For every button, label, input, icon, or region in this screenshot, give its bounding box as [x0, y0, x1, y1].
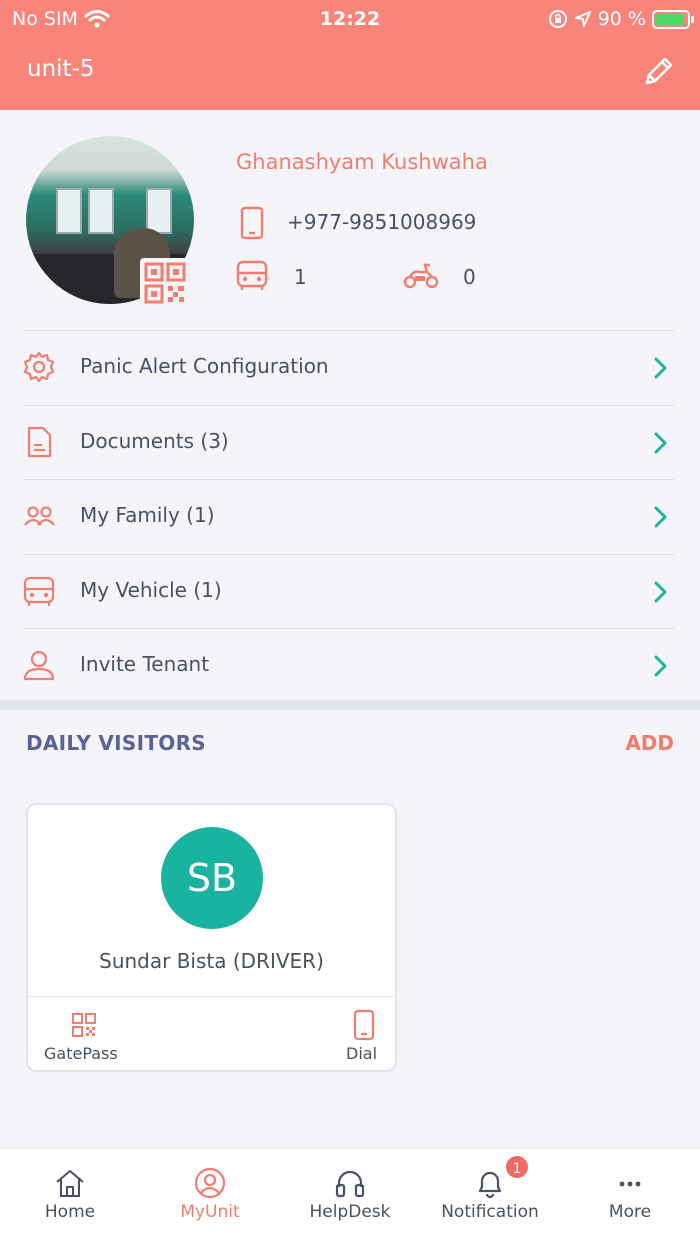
profile-section: Ghanashyam Kushwaha +977-9851008969 1 0	[0, 110, 700, 330]
profile-phone: +977-9851008969	[287, 210, 477, 234]
chevron-right-icon	[654, 506, 667, 528]
add-visitor-button[interactable]: ADD	[625, 731, 674, 755]
home-icon	[56, 1170, 84, 1197]
tab-notification[interactable]: 1 Notification	[420, 1149, 560, 1244]
battery-icon	[652, 9, 694, 29]
rotation-lock-icon	[548, 10, 567, 28]
status-bar: No SIM 12:22 90 %	[0, 0, 700, 38]
menu-label: Documents (3)	[80, 428, 229, 453]
visitor-name: Sundar Bista (DRIVER)	[99, 949, 324, 973]
chevron-right-icon	[654, 357, 667, 379]
chevron-right-icon	[654, 655, 667, 677]
family-icon	[24, 506, 55, 526]
dial-button[interactable]: Dial	[346, 1044, 377, 1063]
user-circle-icon	[194, 1167, 226, 1199]
tab-label: MyUnit	[180, 1202, 240, 1222]
notification-badge: 1	[504, 1154, 530, 1180]
car-icon	[236, 260, 268, 290]
bell-icon	[478, 1171, 502, 1199]
car-count: 1	[294, 265, 307, 289]
tab-myunit[interactable]: MyUnit	[140, 1149, 280, 1244]
section-divider	[0, 700, 700, 710]
profile-name: Ghanashyam Kushwaha	[236, 150, 488, 174]
car-icon	[23, 576, 55, 606]
more-icon	[619, 1181, 641, 1187]
header-bar: No SIM 12:22 90 % unit-5	[0, 0, 700, 110]
pencil-icon[interactable]	[642, 54, 676, 88]
visitor-avatar: SB	[161, 827, 263, 929]
battery-percent: 90 %	[597, 8, 646, 30]
menu-item-invite-tenant[interactable]: Invite Tenant	[0, 628, 700, 703]
mobile-phone-icon[interactable]	[353, 1009, 375, 1041]
tab-helpdesk[interactable]: HelpDesk	[280, 1149, 420, 1244]
qr-code-icon[interactable]	[140, 258, 192, 310]
menu-label: My Vehicle (1)	[80, 577, 222, 602]
scooter-icon	[403, 263, 439, 289]
menu-label: Panic Alert Configuration	[80, 354, 329, 378]
tab-label: Notification	[441, 1202, 539, 1222]
menu-item-panic-alert[interactable]: Panic Alert Configuration	[0, 330, 700, 405]
document-icon	[27, 426, 52, 457]
gear-icon	[23, 351, 55, 383]
tab-label: Home	[44, 1202, 96, 1222]
tab-more[interactable]: More	[560, 1149, 700, 1244]
mobile-phone-icon	[240, 206, 264, 240]
user-icon	[23, 650, 55, 681]
unit-title: unit-5	[27, 56, 95, 82]
menu-item-my-family[interactable]: My Family (1)	[0, 479, 700, 554]
tab-label: HelpDesk	[309, 1202, 391, 1222]
qr-code-icon[interactable]	[71, 1012, 97, 1038]
headphones-icon	[335, 1170, 365, 1198]
chevron-right-icon	[654, 432, 667, 453]
menu-item-documents[interactable]: Documents (3)	[0, 404, 700, 480]
status-right: 90 %	[548, 8, 694, 30]
daily-visitors-title: DAILY VISITORS	[26, 731, 207, 755]
tab-bar: Home MyUnit HelpDesk 1 Notification More	[0, 1148, 700, 1244]
tab-label: More	[608, 1202, 652, 1222]
location-icon	[574, 11, 591, 27]
menu-item-my-vehicle[interactable]: My Vehicle (1)	[0, 553, 700, 629]
menu-label: Invite Tenant	[80, 652, 210, 676]
scooter-count: 0	[463, 265, 476, 289]
tab-home[interactable]: Home	[0, 1149, 140, 1244]
visitor-card[interactable]: SB Sundar Bista (DRIVER) GatePass Dial	[26, 803, 397, 1072]
chevron-right-icon	[654, 581, 667, 602]
card-divider	[28, 996, 395, 997]
unit-menu: Panic Alert Configuration Documents (3) …	[0, 330, 700, 703]
menu-label: My Family (1)	[80, 503, 215, 527]
gatepass-button[interactable]: GatePass	[44, 1044, 118, 1063]
